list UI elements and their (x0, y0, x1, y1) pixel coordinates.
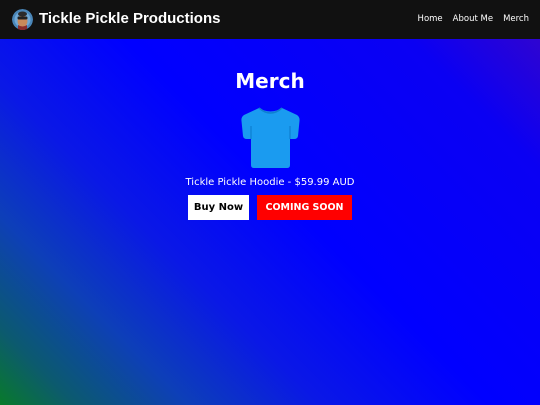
pickle-avatar-icon[interactable] (12, 9, 33, 30)
main-nav: Home About Me Merch (408, 13, 529, 25)
nav-about-me[interactable]: About Me (453, 13, 493, 25)
nav-merch[interactable]: Merch (503, 13, 529, 25)
top-navbar: Tickle Pickle Productions Home About Me … (0, 0, 540, 39)
site-brand[interactable]: Tickle Pickle Productions (39, 9, 220, 29)
coming-soon-button[interactable]: COMING SOON (257, 195, 352, 220)
nav-home[interactable]: Home (418, 13, 443, 25)
t-shirt-icon (240, 106, 301, 169)
buy-now-button[interactable]: Buy Now (188, 195, 249, 220)
product-name-price: Tickle Pickle Hoodie - $59.99 AUD (185, 177, 355, 188)
page-title: Merch (235, 69, 305, 93)
